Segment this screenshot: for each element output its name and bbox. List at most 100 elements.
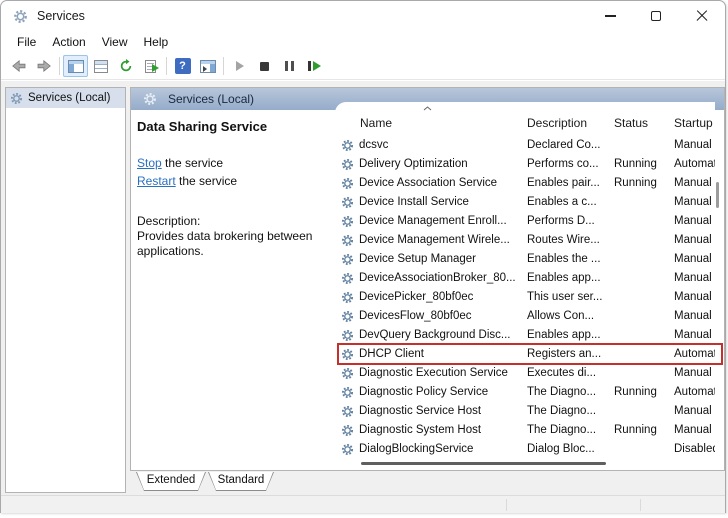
service-gear-icon: [341, 443, 354, 456]
service-row[interactable]: Device Install Service Enables a c... Ma…: [335, 193, 715, 212]
restart-service-button[interactable]: [302, 55, 327, 77]
stop-service-link[interactable]: Stop: [137, 156, 162, 170]
service-description-cell: Enables app...: [527, 272, 612, 284]
service-row[interactable]: DevicePicker_80bf0ec This user ser... Ma…: [335, 288, 715, 307]
service-name: DHCP Client: [359, 348, 525, 360]
service-row[interactable]: dcsvc Declared Co... Manual: [335, 136, 715, 155]
description-label: Description:: [137, 214, 323, 229]
service-name: dcsvc: [359, 139, 525, 151]
service-gear-icon: [341, 196, 354, 209]
service-row[interactable]: Device Association Service Enables pair.…: [335, 174, 715, 193]
tab-extended-label: Extended: [137, 472, 205, 490]
tab-standard[interactable]: Standard: [208, 472, 274, 491]
back-button[interactable]: [6, 55, 31, 77]
service-startup-type: Manual: [674, 310, 715, 322]
service-description-cell: Enables a c...: [527, 196, 612, 208]
services-table-header: Name Description Status Startup Type: [335, 102, 715, 136]
column-header-description[interactable]: Description: [527, 116, 612, 130]
service-status: Running: [614, 424, 672, 436]
service-row[interactable]: Diagnostic Policy Service The Diagno... …: [335, 383, 715, 402]
service-gear-icon: [341, 329, 354, 342]
service-row[interactable]: Diagnostic Service Host The Diagno... Ma…: [335, 402, 715, 421]
service-gear-icon: [341, 253, 354, 266]
service-description-cell: Performs D...: [527, 215, 612, 227]
refresh-icon: [119, 59, 133, 73]
service-gear-icon: [341, 310, 354, 323]
status-bar: [1, 495, 725, 513]
maximize-icon: [651, 11, 661, 21]
service-startup-type: Disabled: [674, 443, 715, 455]
service-row[interactable]: DevQuery Background Disc... Enables app.…: [335, 326, 715, 345]
maximize-button[interactable]: [633, 1, 679, 31]
service-row[interactable]: DeviceAssociationBroker_80... Enables ap…: [335, 269, 715, 288]
help-button[interactable]: ?: [170, 55, 195, 77]
export-list-button[interactable]: [138, 55, 163, 77]
menu-file[interactable]: File: [9, 33, 44, 51]
status-bar-divider: [640, 499, 641, 511]
service-row[interactable]: DHCP Client Registers an... Automatic: [335, 345, 715, 364]
properties-button[interactable]: [88, 55, 113, 77]
service-startup-type: Manual: [674, 272, 715, 284]
service-startup-type: Manual: [674, 196, 715, 208]
service-row[interactable]: Delivery Optimization Performs co... Run…: [335, 155, 715, 174]
service-name: Diagnostic Policy Service: [359, 386, 525, 398]
start-service-button[interactable]: [227, 55, 252, 77]
sort-ascending-icon: [423, 106, 432, 111]
service-description-cell: The Diagno...: [527, 405, 612, 417]
service-startup-type: Manual: [674, 367, 715, 379]
service-row[interactable]: DevicesFlow_80bf0ec Allows Con... Manual: [335, 307, 715, 326]
service-description: Description: Provides data brokering bet…: [137, 214, 323, 259]
column-header-name[interactable]: Name: [360, 116, 525, 130]
menu-help[interactable]: Help: [136, 33, 177, 51]
service-row[interactable]: Diagnostic Execution Service Executes di…: [335, 364, 715, 383]
selected-service-title: Data Sharing Service: [137, 119, 329, 134]
vertical-scrollbar-thumb[interactable]: [716, 182, 719, 208]
menu-action[interactable]: Action: [44, 33, 93, 51]
service-description-cell: Registers an...: [527, 348, 612, 360]
tab-extended[interactable]: Extended: [136, 472, 206, 491]
stop-service-button[interactable]: [252, 55, 277, 77]
service-status: Running: [614, 177, 672, 189]
service-startup-type: Manual: [674, 424, 715, 436]
properties-icon: [94, 60, 108, 73]
service-row[interactable]: Device Management Wirele... Routes Wire.…: [335, 231, 715, 250]
service-gear-icon: [341, 215, 354, 228]
service-row[interactable]: Device Setup Manager Enables the ... Man…: [335, 250, 715, 269]
status-bar-divider: [506, 499, 507, 511]
pause-service-button[interactable]: [277, 55, 302, 77]
menu-view[interactable]: View: [94, 33, 136, 51]
minimize-button[interactable]: [587, 1, 633, 31]
services-app-icon: [13, 9, 28, 24]
refresh-button[interactable]: [113, 55, 138, 77]
show-action-pane-button[interactable]: [195, 55, 220, 77]
description-text: Provides data brokering between applicat…: [137, 229, 323, 259]
service-name: Device Management Enroll...: [359, 215, 525, 227]
service-description-cell: Executes di...: [527, 367, 612, 379]
restart-service-link[interactable]: Restart: [137, 174, 176, 188]
service-row[interactable]: Device Management Enroll... Performs D..…: [335, 212, 715, 231]
tree-item-services-local[interactable]: Services (Local): [6, 88, 125, 108]
forward-arrow-icon: [37, 60, 51, 72]
header-gear-icon: [143, 92, 157, 106]
service-name: DevicesFlow_80bf0ec: [359, 310, 525, 322]
service-startup-type: Automatic: [674, 348, 715, 360]
action-pane-icon: [200, 60, 216, 73]
service-startup-type: Manual: [674, 234, 715, 246]
restart-icon: [308, 61, 321, 71]
service-startup-type: Manual: [674, 253, 715, 265]
help-icon: ?: [175, 58, 191, 74]
column-header-startup-type[interactable]: Startup Type: [674, 116, 715, 130]
show-console-tree-button[interactable]: [63, 55, 88, 77]
minimize-icon: [605, 15, 616, 16]
service-description-cell: Enables the ...: [527, 253, 612, 265]
service-startup-type: Manual: [674, 329, 715, 341]
forward-button[interactable]: [31, 55, 56, 77]
column-header-status[interactable]: Status: [614, 116, 672, 130]
service-description-cell: Routes Wire...: [527, 234, 612, 246]
tab-standard-label: Standard: [209, 472, 273, 490]
service-description-cell: Declared Co...: [527, 139, 612, 151]
horizontal-scrollbar-thumb[interactable]: [361, 462, 606, 465]
service-row[interactable]: DialogBlockingService Dialog Bloc... Dis…: [335, 440, 715, 459]
service-row[interactable]: Diagnostic System Host The Diagno... Run…: [335, 421, 715, 440]
close-button[interactable]: [679, 1, 725, 31]
